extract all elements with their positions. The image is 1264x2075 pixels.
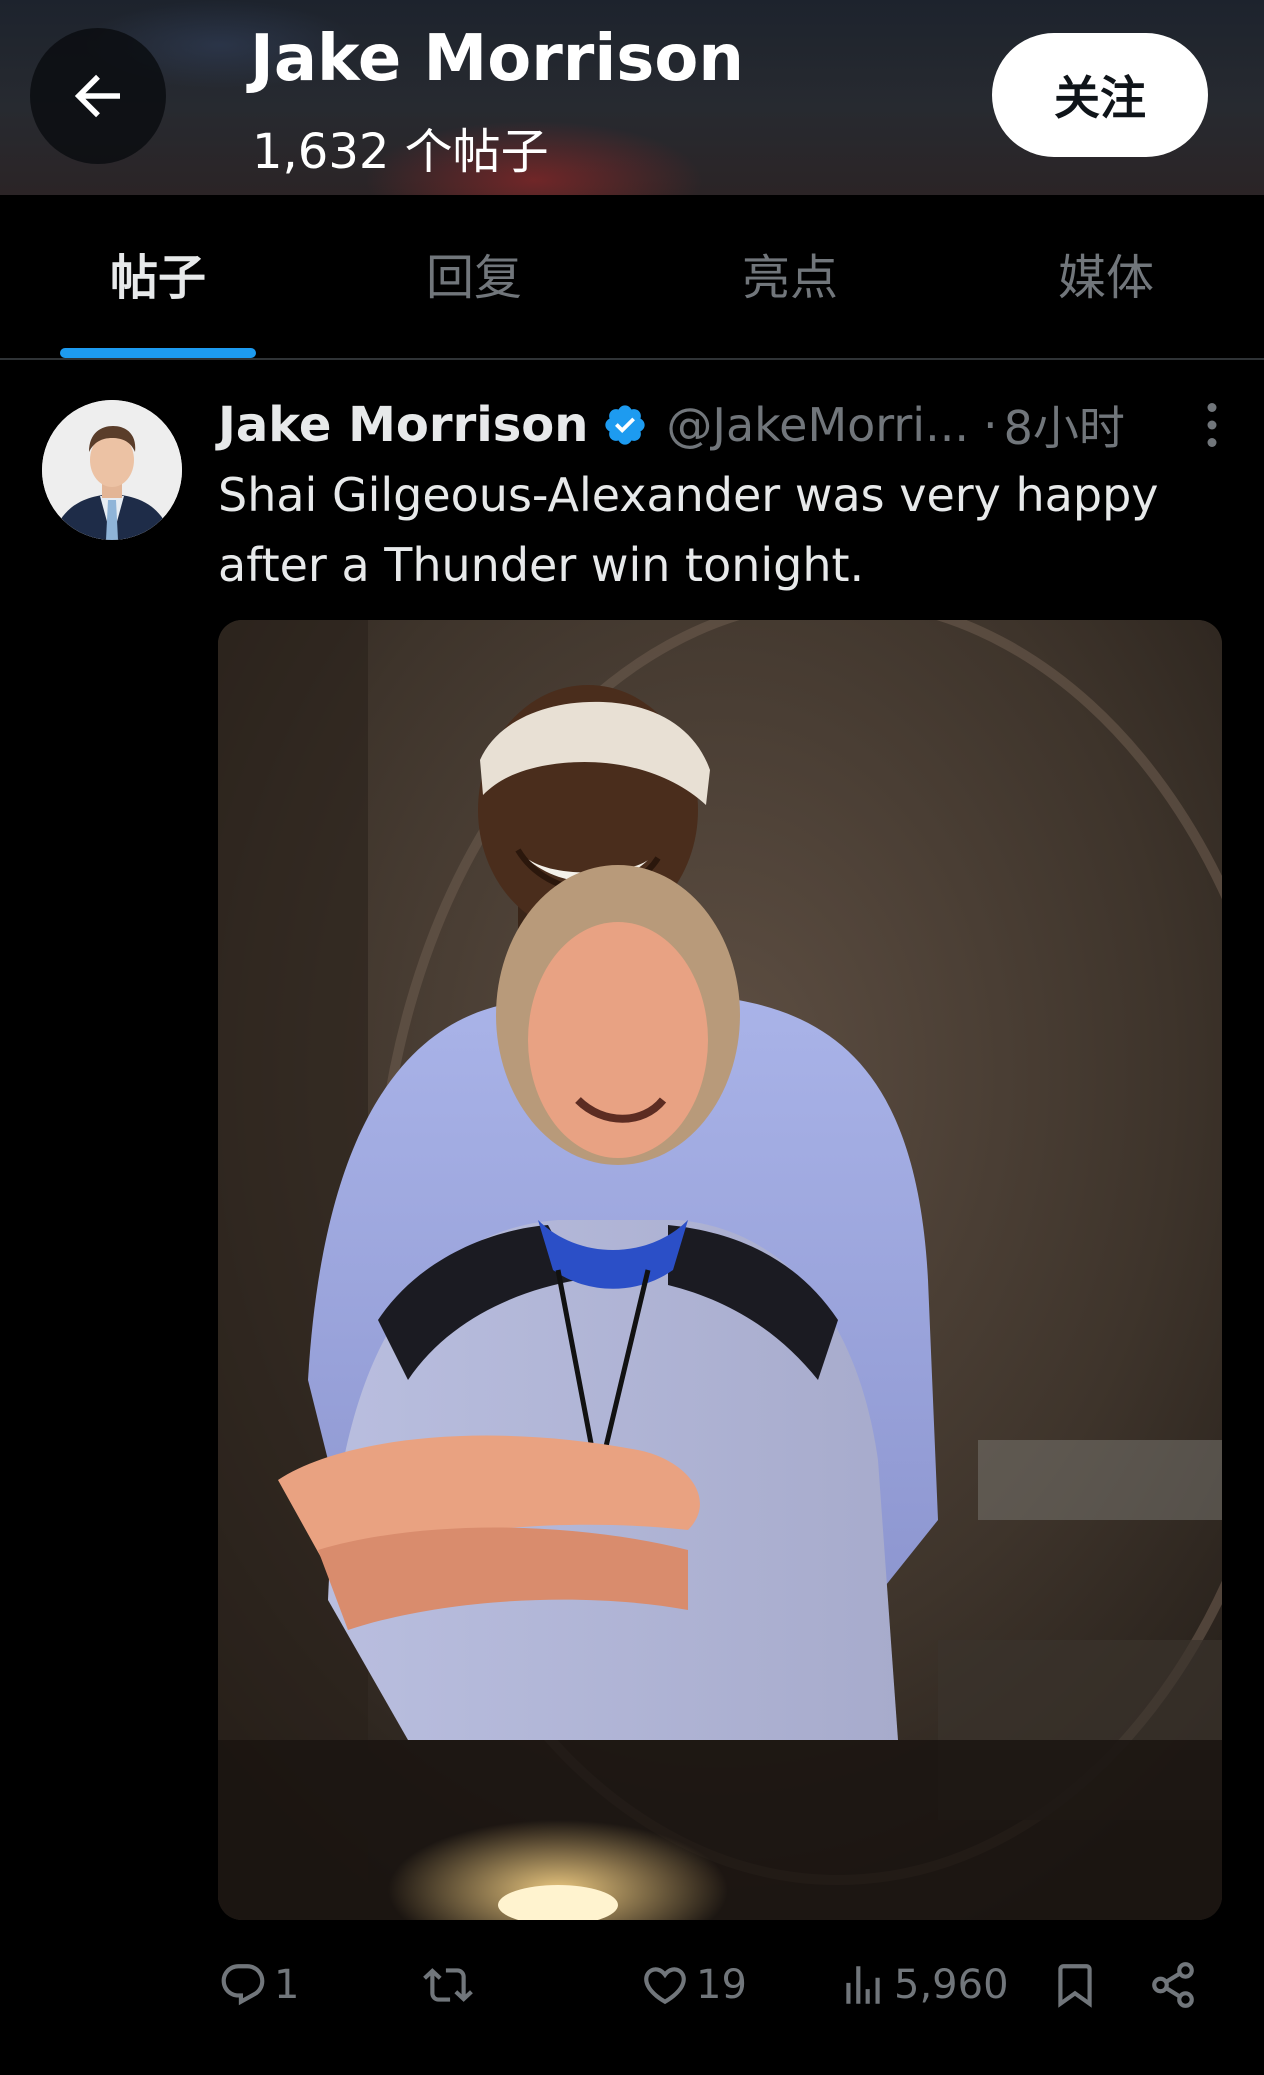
views-button[interactable]: 5,960 xyxy=(838,1950,1009,2020)
reply-button[interactable]: 1 xyxy=(218,1950,299,2020)
views-chart-icon xyxy=(846,1966,880,2004)
avatar-image xyxy=(42,400,182,540)
back-button[interactable] xyxy=(30,28,166,164)
author-name[interactable]: Jake Morrison xyxy=(218,397,588,453)
follow-button[interactable]: 关注 xyxy=(992,33,1208,157)
avatar[interactable] xyxy=(42,400,182,540)
active-tab-indicator xyxy=(60,348,256,358)
separator-dot: · xyxy=(982,398,998,452)
heart-icon xyxy=(644,1967,686,2005)
post-actions: 1 19 5,960 xyxy=(218,1950,1228,2020)
bookmark-icon xyxy=(1058,1964,1092,2008)
post-time[interactable]: 8小时 xyxy=(1004,392,1125,458)
repost-button[interactable] xyxy=(423,1950,479,2020)
reply-count: 1 xyxy=(274,1962,300,2008)
post-media[interactable] xyxy=(218,620,1222,1920)
tab-label: 帖子 xyxy=(109,249,206,306)
bookmark-button[interactable] xyxy=(1050,1950,1100,2020)
tab-label: 媒体 xyxy=(1057,249,1154,306)
reply-icon xyxy=(221,1964,265,2006)
share-icon xyxy=(1152,1962,1194,2008)
like-button[interactable]: 19 xyxy=(640,1950,747,2020)
post-header: Jake Morrison @JakeMorri... · 8小时 xyxy=(218,390,1240,460)
share-button[interactable] xyxy=(1148,1950,1198,2020)
like-count: 19 xyxy=(696,1962,747,2008)
tab-media[interactable]: 媒体 xyxy=(948,195,1264,358)
tab-posts[interactable]: 帖子 xyxy=(0,195,316,358)
tab-highlights[interactable]: 亮点 xyxy=(632,195,948,358)
photo-image xyxy=(218,620,1222,1920)
tab-label: 亮点 xyxy=(741,249,838,306)
verified-badge-icon xyxy=(605,405,646,445)
profile-tabs: 帖子 回复 亮点 媒体 xyxy=(0,195,1264,360)
post-text: Shai Gilgeous-Alexander was very happy a… xyxy=(218,468,1159,592)
arrow-left-icon xyxy=(74,74,120,118)
more-options-button[interactable] xyxy=(1184,390,1240,460)
profile-header: Jake Morrison 1,632 个帖子 关注 xyxy=(0,0,1264,195)
repost-icon xyxy=(423,1968,473,2002)
profile-name: Jake Morrison xyxy=(250,22,744,96)
post-count: 1,632 个帖子 xyxy=(252,124,549,180)
tab-label: 回复 xyxy=(425,249,522,306)
more-vertical-icon xyxy=(1207,403,1217,447)
tab-replies[interactable]: 回复 xyxy=(316,195,632,358)
post[interactable]: Jake Morrison @JakeMorri... · 8小时 Shai G… xyxy=(0,360,1264,2075)
views-count: 5,960 xyxy=(894,1962,1009,2008)
author-handle[interactable]: @JakeMorri... xyxy=(666,398,969,452)
